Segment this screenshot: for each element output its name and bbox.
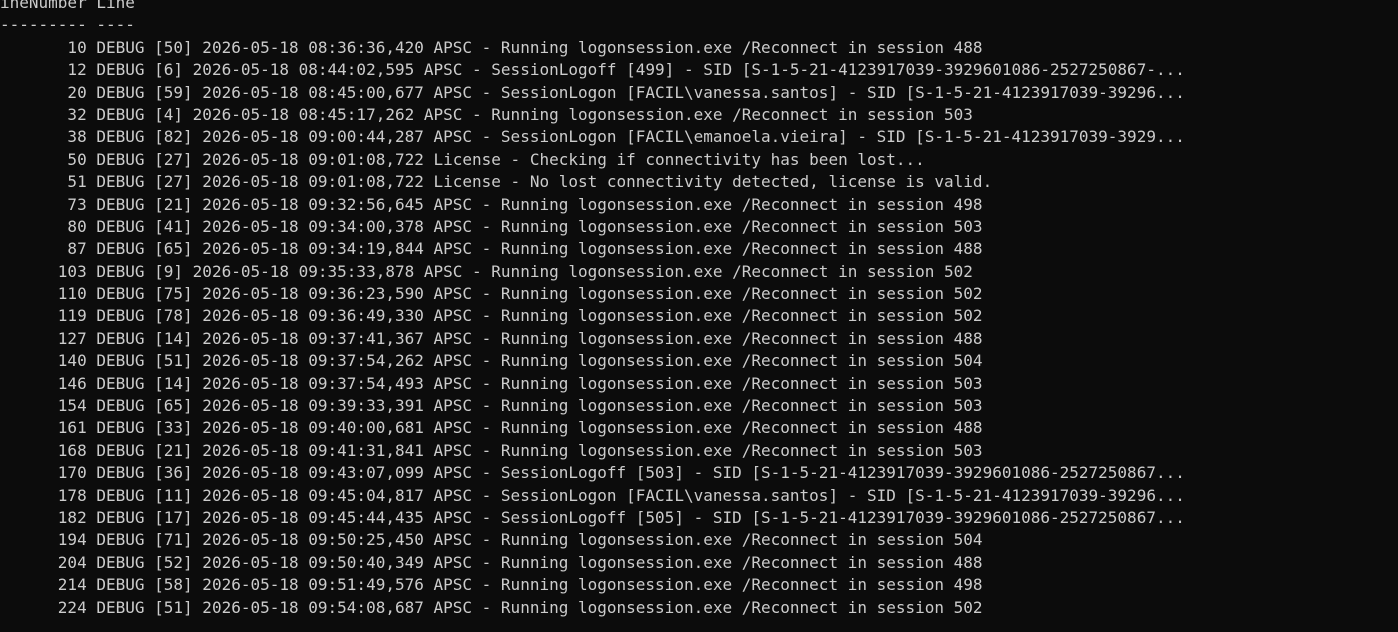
terminal-output: ineNumber Line --------- ---- 10 DEBUG [… (0, 0, 1398, 619)
line-number: 87 (0, 239, 87, 259)
line-number: 127 (0, 328, 87, 348)
log-text: DEBUG [21] 2026-05-18 09:32:56,645 APSC … (96, 194, 983, 214)
column-header: ineNumber Line (0, 0, 135, 12)
line-number: 154 (0, 396, 87, 416)
line-number: 140 (0, 351, 87, 371)
log-text: DEBUG [82] 2026-05-18 09:00:44,287 APSC … (96, 127, 1185, 147)
log-text: DEBUG [17] 2026-05-18 09:45:44,435 APSC … (96, 507, 1185, 527)
log-line: 161 DEBUG [33] 2026-05-18 09:40:00,681 A… (0, 417, 1398, 439)
log-text: DEBUG [11] 2026-05-18 09:45:04,817 APSC … (96, 485, 1185, 505)
log-text: DEBUG [33] 2026-05-18 09:40:00,681 APSC … (96, 418, 983, 438)
log-text: DEBUG [27] 2026-05-18 09:01:08,722 Licen… (96, 149, 925, 169)
log-text: DEBUG [14] 2026-05-18 09:37:54,493 APSC … (96, 373, 983, 393)
line-number: 51 (0, 172, 87, 192)
line-number: 32 (0, 104, 87, 124)
line-number: 168 (0, 440, 87, 460)
log-text: DEBUG [75] 2026-05-18 09:36:23,590 APSC … (96, 284, 983, 304)
log-text: DEBUG [58] 2026-05-18 09:51:49,576 APSC … (96, 575, 983, 595)
log-text: DEBUG [59] 2026-05-18 08:45:00,677 APSC … (96, 82, 1185, 102)
log-text: DEBUG [51] 2026-05-18 09:37:54,262 APSC … (96, 351, 983, 371)
log-text: DEBUG [4] 2026-05-18 08:45:17,262 APSC -… (96, 104, 973, 124)
log-line: 51 DEBUG [27] 2026-05-18 09:01:08,722 Li… (0, 171, 1398, 193)
log-line: 178 DEBUG [11] 2026-05-18 09:45:04,817 A… (0, 485, 1398, 507)
line-number: 20 (0, 82, 87, 102)
log-line: 110 DEBUG [75] 2026-05-18 09:36:23,590 A… (0, 283, 1398, 305)
log-line: 38 DEBUG [82] 2026-05-18 09:00:44,287 AP… (0, 126, 1398, 148)
log-text: DEBUG [41] 2026-05-18 09:34:00,378 APSC … (96, 216, 983, 236)
log-line: 154 DEBUG [65] 2026-05-18 09:39:33,391 A… (0, 395, 1398, 417)
line-number: 194 (0, 530, 87, 550)
log-text: DEBUG [52] 2026-05-18 09:50:40,349 APSC … (96, 552, 983, 572)
log-text: DEBUG [78] 2026-05-18 09:36:49,330 APSC … (96, 306, 983, 326)
log-text: DEBUG [51] 2026-05-18 09:54:08,687 APSC … (96, 597, 983, 617)
log-text: DEBUG [65] 2026-05-18 09:34:19,844 APSC … (96, 239, 983, 259)
log-text: DEBUG [14] 2026-05-18 09:37:41,367 APSC … (96, 328, 983, 348)
line-number: 224 (0, 597, 87, 617)
log-line: 127 DEBUG [14] 2026-05-18 09:37:41,367 A… (0, 328, 1398, 350)
line-number: 73 (0, 194, 87, 214)
line-number: 80 (0, 216, 87, 236)
line-number: 146 (0, 373, 87, 393)
log-line: 194 DEBUG [71] 2026-05-18 09:50:25,450 A… (0, 529, 1398, 551)
terminal-window[interactable]: ineNumber Line --------- ---- 10 DEBUG [… (0, 0, 1398, 632)
line-number: 38 (0, 127, 87, 147)
column-separator: --------- ---- (0, 15, 135, 35)
log-line: 103 DEBUG [9] 2026-05-18 09:35:33,878 AP… (0, 261, 1398, 283)
log-text: DEBUG [6] 2026-05-18 08:44:02,595 APSC -… (96, 60, 1185, 80)
line-number: 204 (0, 552, 87, 572)
log-line: 50 DEBUG [27] 2026-05-18 09:01:08,722 Li… (0, 149, 1398, 171)
log-text: DEBUG [9] 2026-05-18 09:35:33,878 APSC -… (96, 261, 973, 281)
log-text: DEBUG [27] 2026-05-18 09:01:08,722 Licen… (96, 172, 993, 192)
log-line: 10 DEBUG [50] 2026-05-18 08:36:36,420 AP… (0, 37, 1398, 59)
log-line: 182 DEBUG [17] 2026-05-18 09:45:44,435 A… (0, 507, 1398, 529)
log-line: 214 DEBUG [58] 2026-05-18 09:51:49,576 A… (0, 574, 1398, 596)
log-line: 73 DEBUG [21] 2026-05-18 09:32:56,645 AP… (0, 194, 1398, 216)
log-line: 12 DEBUG [6] 2026-05-18 08:44:02,595 APS… (0, 59, 1398, 81)
line-number: 178 (0, 485, 87, 505)
line-number: 12 (0, 60, 87, 80)
line-number: 182 (0, 507, 87, 527)
log-line: 87 DEBUG [65] 2026-05-18 09:34:19,844 AP… (0, 238, 1398, 260)
log-text: DEBUG [71] 2026-05-18 09:50:25,450 APSC … (96, 530, 983, 550)
line-number: 161 (0, 418, 87, 438)
log-line: 224 DEBUG [51] 2026-05-18 09:54:08,687 A… (0, 597, 1398, 619)
log-line: 20 DEBUG [59] 2026-05-18 08:45:00,677 AP… (0, 82, 1398, 104)
log-text: DEBUG [36] 2026-05-18 09:43:07,099 APSC … (96, 463, 1185, 483)
line-number: 214 (0, 575, 87, 595)
line-number: 50 (0, 149, 87, 169)
log-text: DEBUG [50] 2026-05-18 08:36:36,420 APSC … (96, 37, 983, 57)
line-number: 119 (0, 306, 87, 326)
log-line: 140 DEBUG [51] 2026-05-18 09:37:54,262 A… (0, 350, 1398, 372)
line-number: 10 (0, 37, 87, 57)
log-line: 32 DEBUG [4] 2026-05-18 08:45:17,262 APS… (0, 104, 1398, 126)
log-text: DEBUG [21] 2026-05-18 09:41:31,841 APSC … (96, 440, 983, 460)
log-line: 80 DEBUG [41] 2026-05-18 09:34:00,378 AP… (0, 216, 1398, 238)
line-number: 170 (0, 463, 87, 483)
log-text: DEBUG [65] 2026-05-18 09:39:33,391 APSC … (96, 396, 983, 416)
line-number: 110 (0, 284, 87, 304)
line-number: 103 (0, 261, 87, 281)
log-line: 119 DEBUG [78] 2026-05-18 09:36:49,330 A… (0, 305, 1398, 327)
log-line: 146 DEBUG [14] 2026-05-18 09:37:54,493 A… (0, 373, 1398, 395)
log-line: 170 DEBUG [36] 2026-05-18 09:43:07,099 A… (0, 462, 1398, 484)
log-line: 204 DEBUG [52] 2026-05-18 09:50:40,349 A… (0, 552, 1398, 574)
log-line: 168 DEBUG [21] 2026-05-18 09:41:31,841 A… (0, 440, 1398, 462)
